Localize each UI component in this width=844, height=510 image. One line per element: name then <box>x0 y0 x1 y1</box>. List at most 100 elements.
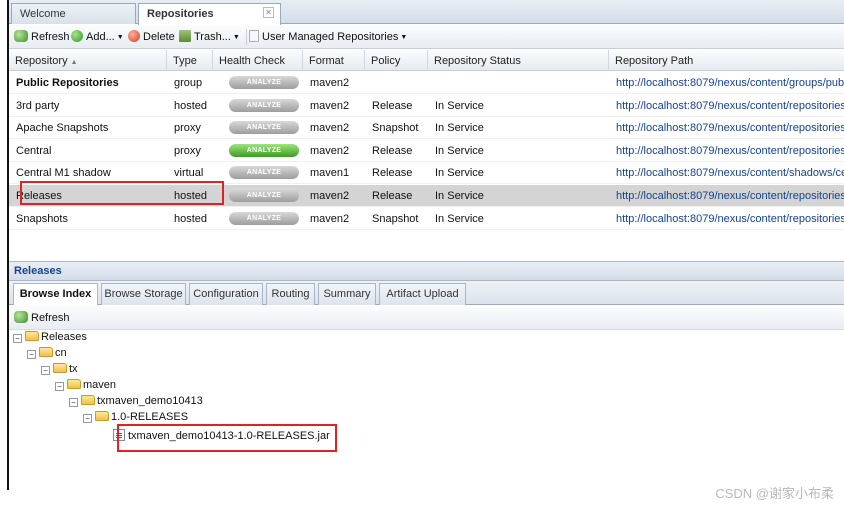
analyze-button[interactable]: ANALYZE <box>229 76 299 89</box>
analyze-button[interactable]: ANALYZE <box>229 121 299 135</box>
cell-status: In Service <box>435 212 484 225</box>
collapse-icon[interactable]: − <box>69 398 78 407</box>
detail-tabs: Browse Index Browse Storage Configuratio… <box>9 281 844 305</box>
column-header-label: Repository Path <box>615 55 694 67</box>
tree-node-label: maven <box>83 379 117 391</box>
browse-refresh-button[interactable]: Refresh <box>14 311 70 327</box>
tree-folder-node[interactable]: − cn <box>27 347 67 363</box>
tab-routing[interactable]: Routing <box>266 283 315 305</box>
cell-status: In Service <box>435 99 484 112</box>
cell-format: maven2 <box>310 99 350 112</box>
column-header-label: Policy <box>371 55 401 67</box>
tab-browse-storage[interactable]: Browse Storage <box>101 283 186 305</box>
cell-policy: Snapshot <box>372 212 419 225</box>
tab-label: Browse Index <box>19 288 92 300</box>
table-row[interactable]: Public Repositories group maven2 http://loc… <box>9 72 844 94</box>
refresh-button[interactable]: Refresh <box>14 30 70 46</box>
browse-toolbar: Refresh <box>9 306 844 330</box>
column-header-health-check[interactable]: Health Check <box>213 50 303 71</box>
cell-format: maven2 <box>310 190 350 202</box>
tree-folder-node[interactable]: − Releases <box>13 331 87 347</box>
refresh-icon <box>14 311 28 323</box>
tab-configuration[interactable]: Configuration <box>189 283 263 305</box>
collapse-icon[interactable]: − <box>27 350 36 359</box>
cell-path[interactable]: http://localhost:8079/nexus/content/repo… <box>609 208 844 230</box>
cell-policy: Release <box>372 144 413 157</box>
analyze-button[interactable]: ANALYZE <box>229 211 299 225</box>
add-button[interactable]: Add... ▼ <box>71 30 124 46</box>
cell-policy <box>365 72 428 94</box>
refresh-label: Refresh <box>31 31 70 43</box>
user-managed-repositories-button[interactable]: User Managed Repositories ▼ <box>249 30 407 46</box>
cell-format: maven1 <box>310 167 350 180</box>
cell-format: maven2 <box>310 122 350 135</box>
cell-path[interactable]: http://localhost:8079/nexus/content/repo… <box>609 140 844 162</box>
column-header-label: Repository <box>15 55 68 67</box>
cell-policy: Release <box>372 167 413 180</box>
delete-icon <box>128 30 140 42</box>
sort-ascending-icon: ▲ <box>70 59 78 66</box>
collapse-icon[interactable]: − <box>55 382 64 391</box>
tab-label: Browse Storage <box>104 288 183 300</box>
cell-repository: Central <box>16 144 52 157</box>
detail-panel-title: Releases <box>9 261 844 281</box>
cell-status <box>428 72 609 94</box>
grid-header: Repository ▲ Type Health Check Format Po… <box>9 50 844 71</box>
detail-title-label: Releases <box>14 265 62 277</box>
tab-repositories[interactable]: Repositories ✕ <box>138 3 281 25</box>
cell-repository: 3rd party <box>16 99 60 112</box>
collapse-icon[interactable]: − <box>83 414 92 423</box>
cell-path[interactable]: http://localhost:8079/nexus/content/repo… <box>609 117 844 139</box>
delete-button[interactable]: Delete <box>128 30 175 46</box>
trash-button[interactable]: Trash... ▼ <box>179 30 240 46</box>
table-row[interactable]: Snapshots hosted maven2 Snapshot In Service h… <box>9 208 844 230</box>
add-label: Add... <box>86 31 115 43</box>
table-row[interactable]: Central proxy maven2 Release In Service http:… <box>9 140 844 162</box>
table-row[interactable]: 3rd party hosted maven2 Release In Service ht… <box>9 95 844 117</box>
folder-icon <box>25 331 39 341</box>
analyze-button[interactable]: ANALYZE <box>229 98 299 112</box>
tree-node-label: txmaven_demo10413 <box>97 395 203 407</box>
tree-folder-node[interactable]: − maven <box>55 379 116 395</box>
column-header-label: Format <box>309 55 344 67</box>
table-row[interactable]: Apache Snapshots proxy maven2 Snapshot In Se… <box>9 117 844 140</box>
analyze-button[interactable]: ANALYZE <box>229 166 299 180</box>
analyze-button[interactable]: ANALYZE <box>229 189 299 202</box>
tab-welcome[interactable]: Welcome <box>11 3 136 24</box>
column-header-label: Health Check <box>219 55 286 67</box>
cell-path[interactable]: http://localhost:8079/nexus/content/grou… <box>609 72 844 94</box>
column-header-label: Repository Status <box>434 55 521 67</box>
cell-status: In Service <box>435 144 484 157</box>
cell-path[interactable]: http://localhost:8079/nexus/content/repo… <box>609 95 844 117</box>
cell-path[interactable]: http://localhost:8079/nexus/content/repo… <box>609 185 844 207</box>
cell-policy: Snapshot <box>372 122 419 135</box>
tab-label: Configuration <box>193 288 259 300</box>
analyze-button[interactable]: ANALYZE <box>229 143 299 157</box>
collapse-icon[interactable]: − <box>41 366 50 375</box>
column-header-format[interactable]: Format <box>303 50 365 71</box>
tab-summary[interactable]: Summary <box>318 283 376 305</box>
column-header-repository[interactable]: Repository ▲ <box>9 50 167 71</box>
column-header-repository-status[interactable]: Repository Status <box>428 50 609 71</box>
cell-repository: Public Repositories <box>16 77 119 89</box>
tab-browse-index[interactable]: Browse Index <box>13 283 98 305</box>
chevron-down-icon: ▼ <box>116 34 124 41</box>
cell-path[interactable]: http://localhost:8079/nexus/content/shad… <box>609 162 844 184</box>
tree-folder-node[interactable]: − txmaven_demo10413 <box>69 395 203 411</box>
column-header-label: Type <box>173 55 197 67</box>
column-header-policy[interactable]: Policy <box>365 50 428 71</box>
column-header-type[interactable]: Type <box>167 50 213 71</box>
repositories-toolbar: Refresh Add... ▼ Delete Trash... ▼ User Ma… <box>9 25 844 49</box>
cell-format: maven2 <box>310 144 350 157</box>
close-icon[interactable]: ✕ <box>263 7 274 18</box>
column-header-repository-path[interactable]: Repository Path <box>609 50 844 71</box>
trash-label: Trash... <box>194 31 231 43</box>
folder-icon <box>81 395 95 405</box>
chevron-down-icon: ▼ <box>400 34 408 41</box>
tab-artifact-upload[interactable]: Artifact Upload <box>379 283 466 305</box>
tree-node-label: Releases <box>41 331 87 343</box>
tree-folder-node[interactable]: − tx <box>41 363 78 379</box>
collapse-icon[interactable]: − <box>13 334 22 343</box>
refresh-label: Refresh <box>31 312 70 324</box>
tab-label: Artifact Upload <box>386 288 459 300</box>
